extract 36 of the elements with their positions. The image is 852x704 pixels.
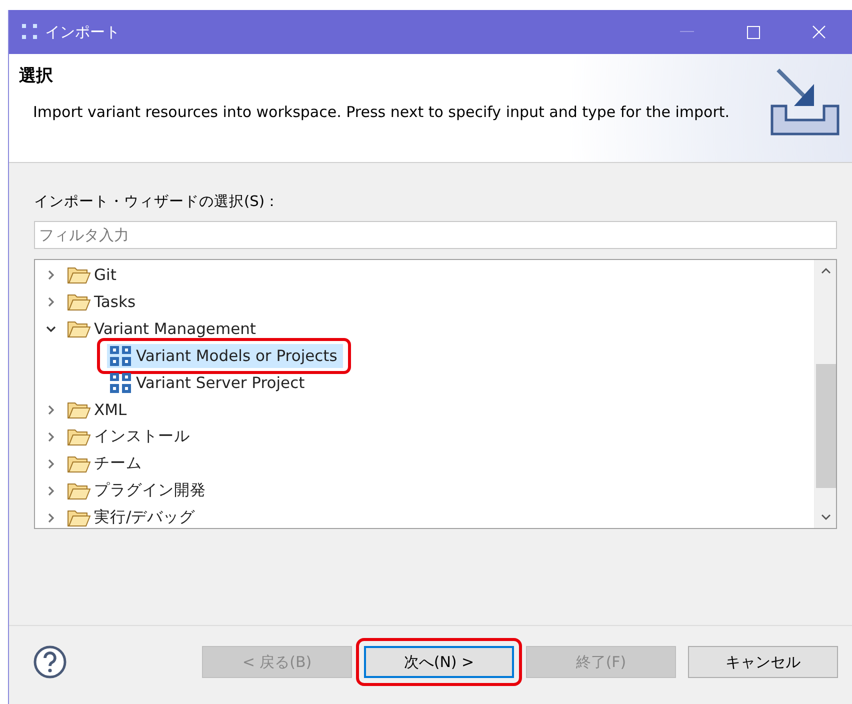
window-title: インポート — [45, 22, 120, 42]
tree-item[interactable]: プラグイン開発 — [65, 478, 212, 502]
folder-icon — [67, 318, 91, 338]
close-icon[interactable] — [812, 25, 826, 39]
filter-field[interactable]: フィルタ入力 — [34, 221, 837, 249]
wizard-label: インポート・ウィザードの選択(S)： — [34, 193, 280, 211]
tree-item[interactable]: チーム — [65, 452, 148, 476]
folder-icon — [67, 508, 91, 528]
folder-icon — [67, 454, 91, 474]
page-title: 選択 — [19, 65, 53, 87]
folder-icon — [67, 480, 91, 500]
maximize-icon[interactable] — [746, 26, 760, 38]
wizard-button[interactable]: キャンセル — [688, 646, 838, 678]
scrollbar[interactable] — [814, 260, 836, 528]
scroll-down-icon[interactable] — [820, 514, 830, 520]
tree-item[interactable]: Git — [65, 262, 122, 286]
help-icon[interactable] — [33, 645, 67, 679]
scroll-thumb[interactable] — [816, 364, 836, 488]
tree-item[interactable]: Variant Server Project — [107, 370, 311, 394]
tree-item[interactable]: 実行/デバッグ — [65, 506, 202, 530]
tree-item[interactable]: Tasks — [65, 290, 142, 314]
page-description: Import variant resources into workspace. Press next to specify input and type for the import. — [33, 103, 730, 121]
tree-item[interactable]: インストール — [65, 424, 196, 448]
app-icon — [21, 23, 39, 41]
folder-icon — [67, 292, 91, 312]
tree-item[interactable]: XML — [65, 398, 133, 422]
import-icon — [768, 66, 842, 138]
tree-item[interactable]: Variant Models or Projects — [107, 344, 344, 368]
folder-icon — [67, 264, 91, 284]
folder-icon — [67, 426, 91, 446]
grid-icon — [109, 372, 133, 394]
grid-icon — [109, 344, 133, 366]
wizard-button[interactable]: 次へ(N) > — [364, 646, 514, 678]
scroll-up-icon[interactable] — [820, 268, 830, 274]
tree-item[interactable]: Variant Management — [65, 316, 262, 340]
folder-icon — [67, 400, 91, 420]
